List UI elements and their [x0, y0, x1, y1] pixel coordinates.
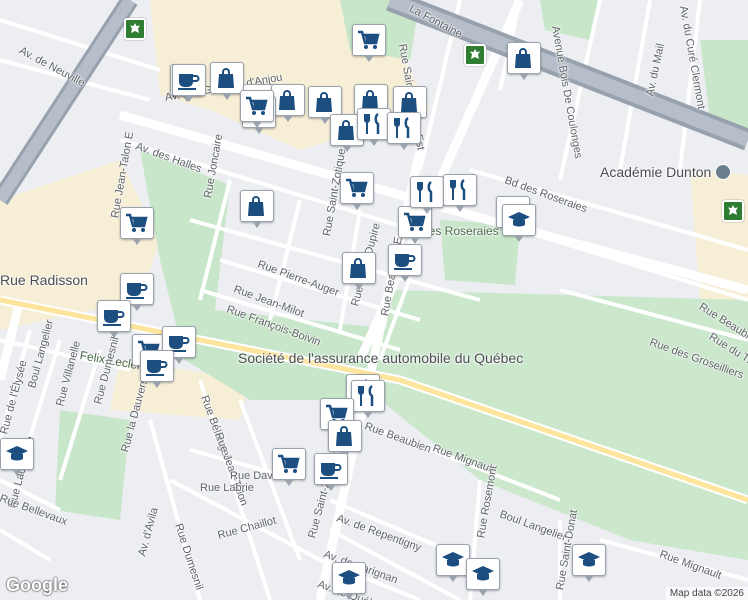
cafe-pin[interactable]	[97, 300, 131, 340]
grocery-pin[interactable]	[120, 207, 154, 247]
restaurant-icon	[364, 112, 380, 134]
highway-shield-icon	[124, 18, 146, 40]
shopping-icon	[336, 426, 352, 446]
highway-shield-icon	[722, 200, 744, 222]
restaurant-icon	[417, 180, 433, 202]
school-icon	[508, 212, 530, 227]
google-logo: Google	[6, 575, 68, 595]
restaurant-pin[interactable]	[443, 174, 477, 214]
school-pin[interactable]	[572, 544, 606, 584]
shopping-icon	[401, 92, 417, 112]
grocery-pin[interactable]	[272, 448, 306, 488]
restaurant-pin[interactable]	[387, 112, 421, 152]
map-canvas[interactable]: La Fontaine Avenue Bois De Coulonges Av. d…	[0, 0, 748, 600]
grocery-pin[interactable]	[240, 90, 274, 130]
shopping-pin[interactable]	[271, 84, 305, 124]
street-label: Rue Radisson	[0, 272, 88, 288]
grocery-icon	[126, 213, 148, 232]
grocery-pin[interactable]	[352, 24, 386, 64]
grocery-icon	[246, 96, 268, 115]
school-pin[interactable]	[466, 558, 500, 598]
restaurant-pin[interactable]	[410, 176, 444, 216]
cafe-icon	[126, 283, 148, 299]
shopping-icon	[279, 90, 295, 110]
grocery-icon	[358, 30, 380, 49]
shopping-icon	[248, 196, 264, 216]
cafe-pin[interactable]	[172, 64, 206, 104]
restaurant-icon	[450, 178, 466, 200]
shopping-pin[interactable]	[342, 252, 376, 292]
shopping-pin[interactable]	[507, 42, 541, 82]
school-icon	[6, 446, 28, 461]
shopping-pin[interactable]	[210, 62, 244, 102]
street-label: Académie Dunton	[600, 164, 712, 180]
shopping-icon	[218, 68, 234, 88]
cafe-pin[interactable]	[388, 244, 422, 284]
restaurant-pin[interactable]	[351, 380, 385, 420]
street-label: Société de l'assurance automobile du Qué…	[238, 350, 524, 366]
shopping-icon	[316, 92, 332, 112]
grocery-icon	[278, 454, 300, 473]
restaurant-pin[interactable]	[357, 108, 391, 148]
shopping-icon	[350, 258, 366, 278]
restaurant-icon	[394, 116, 410, 138]
restaurant-icon	[358, 384, 374, 406]
school-icon	[338, 570, 360, 585]
cafe-icon	[146, 360, 168, 376]
school-pin[interactable]	[0, 438, 34, 478]
school-poi-icon[interactable]	[715, 164, 731, 180]
cafe-pin[interactable]	[314, 453, 348, 493]
map-attribution[interactable]: Map data ©2026	[665, 587, 748, 600]
school-icon	[578, 552, 600, 567]
cafe-icon	[103, 310, 125, 326]
grocery-icon	[346, 178, 368, 197]
shopping-icon	[515, 48, 531, 68]
school-icon	[442, 552, 464, 567]
highway-shield-icon	[464, 44, 486, 66]
school-pin[interactable]	[436, 544, 470, 584]
street-label: Rue Labrie	[200, 482, 254, 494]
cafe-icon	[320, 463, 342, 479]
cafe-icon	[394, 254, 416, 270]
school-pin[interactable]	[502, 204, 536, 244]
school-icon	[472, 566, 494, 581]
cafe-icon	[178, 74, 200, 90]
cafe-pin[interactable]	[140, 350, 174, 390]
shopping-pin[interactable]	[240, 190, 274, 230]
school-pin[interactable]	[332, 562, 366, 600]
grocery-pin[interactable]	[340, 172, 374, 212]
